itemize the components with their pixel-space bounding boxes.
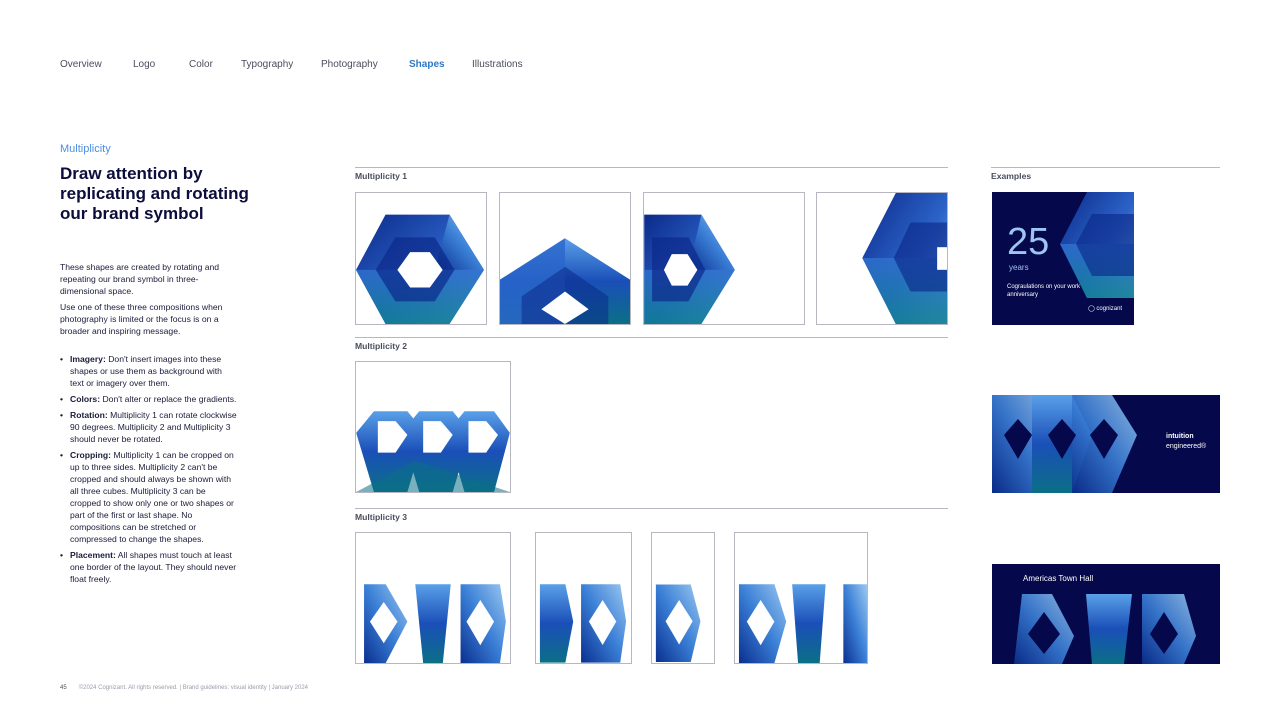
- townhall-shapes-graphic: [1014, 594, 1196, 664]
- rule-rotation: Rotation: Multiplicity 1 can rotate cloc…: [60, 409, 238, 445]
- m3-sample-2: [535, 532, 632, 664]
- title-multiplicity-3: Multiplicity 3: [355, 512, 408, 522]
- example-anniversary-card: 25 years Cograulations on your work anni…: [992, 192, 1134, 325]
- m3-single-shape: [655, 584, 701, 662]
- tagline-line-2: engineered®: [1166, 443, 1207, 450]
- intro-paragraph-1: These shapes are created by rotating and…: [60, 262, 220, 296]
- anniversary-unit: years: [1009, 263, 1029, 272]
- page-number: 45: [60, 685, 67, 691]
- anniversary-message: Cograulations on your work anniversary: [1007, 284, 1081, 298]
- rule-multiplicity-1: [355, 167, 948, 168]
- m1-pyramid-shape: [500, 238, 630, 324]
- m3-sample-4: [734, 532, 868, 664]
- page-headline: Draw attention by replicating and rotati…: [60, 164, 249, 223]
- nav-logo[interactable]: Logo: [133, 59, 155, 70]
- nav-typography[interactable]: Typography: [241, 59, 293, 70]
- footer-copyright: ©2024 Cognizant. All rights reserved. | …: [78, 685, 309, 691]
- rule-cropping-lead: Cropping:: [70, 450, 112, 460]
- intro-paragraph-2: Use one of these three compositions when…: [60, 302, 223, 336]
- m2-sample: [355, 361, 511, 493]
- page-footer: 45 ©2024 Cognizant. All rights reserved. …: [60, 685, 308, 691]
- m3-cropped-shapes: [738, 584, 867, 663]
- rule-multiplicity-2: [355, 337, 948, 338]
- rule-rotation-lead: Rotation:: [70, 410, 108, 420]
- nav-illustrations[interactable]: Illustrations: [472, 59, 523, 70]
- anniversary-logo-text: cognizant: [1096, 306, 1123, 312]
- title-multiplicity-2: Multiplicity 2: [355, 341, 408, 351]
- tagline-line-1: intuition: [1166, 433, 1194, 440]
- rule-colors: Colors: Don't alter or replace the gradi…: [60, 393, 238, 405]
- rule-multiplicity-3: [355, 508, 948, 509]
- title-multiplicity-1: Multiplicity 1: [355, 171, 408, 181]
- rule-colors-text: Don't alter or replace the gradients.: [100, 394, 237, 404]
- rule-cropping-text: Multiplicity 1 can be cropped on up to t…: [70, 450, 234, 544]
- rule-imagery: Imagery: Don't insert images into these …: [60, 353, 238, 389]
- m2-triple-chevron-shape: [356, 411, 510, 492]
- m1-sample-4: [816, 192, 948, 325]
- anniversary-number: 25: [1007, 221, 1050, 263]
- nav-photography[interactable]: Photography: [321, 59, 378, 70]
- anniversary-logo: ◯ cognizant: [1088, 305, 1122, 312]
- rule-placement: Placement: All shapes must touch at leas…: [60, 549, 238, 585]
- m1-cropped-hexagon-shape: [644, 214, 735, 324]
- section-eyebrow: Multiplicity: [60, 143, 111, 155]
- m1-hexagon-shape: [356, 214, 485, 324]
- usage-rules-list: Imagery: Don't insert images into these …: [60, 353, 238, 589]
- example-tagline-banner: intuition engineered®: [992, 395, 1220, 493]
- rule-cropping: Cropping: Multiplicity 1 can be cropped …: [60, 449, 238, 545]
- m1-edge-hexagon-shape: [862, 193, 947, 324]
- nav-color[interactable]: Color: [189, 59, 213, 70]
- m1-sample-2: [499, 192, 631, 325]
- m3-sample-3: [651, 532, 715, 664]
- m1-sample-1: [355, 192, 487, 325]
- nav-shapes[interactable]: Shapes: [409, 59, 445, 70]
- m3-sample-1: [355, 532, 511, 664]
- example-townhall-banner: Americas Town Hall: [992, 564, 1220, 664]
- m1-sample-3: [643, 192, 805, 325]
- nav-overview[interactable]: Overview: [60, 59, 102, 70]
- rule-examples: [991, 167, 1220, 168]
- m3-three-shapes: [364, 584, 506, 663]
- rule-colors-lead: Colors:: [70, 394, 101, 404]
- m3-two-shapes: [539, 584, 627, 663]
- title-examples: Examples: [991, 171, 1032, 181]
- rule-placement-lead: Placement:: [70, 550, 116, 560]
- rule-imagery-lead: Imagery:: [70, 354, 106, 364]
